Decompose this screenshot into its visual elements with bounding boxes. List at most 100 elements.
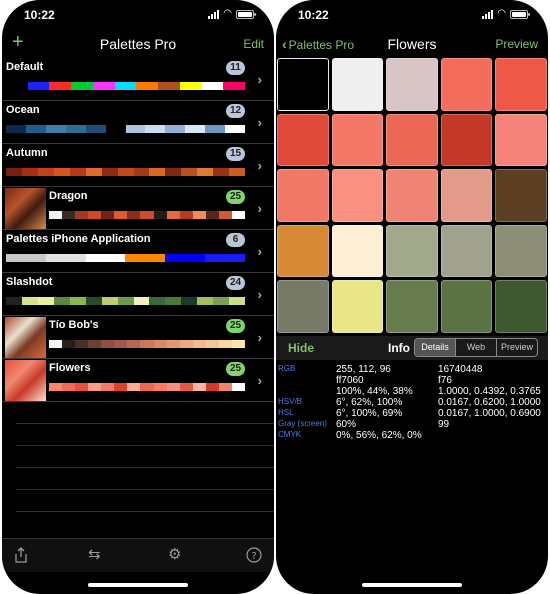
strip-swatch <box>53 168 70 176</box>
color-swatch[interactable] <box>386 58 438 111</box>
color-swatch[interactable] <box>331 58 384 111</box>
color-swatch[interactable] <box>440 58 493 111</box>
palette-row[interactable]: Dragon 25 › <box>2 187 274 230</box>
strip-swatch <box>85 125 106 133</box>
strip-swatch <box>225 125 246 133</box>
info-bar: Hide Info Details Web Preview <box>276 336 548 360</box>
color-swatch[interactable] <box>440 113 493 167</box>
tab-preview[interactable]: Preview <box>497 339 537 356</box>
color-swatch[interactable] <box>386 224 438 278</box>
notch <box>68 0 208 24</box>
palette-row[interactable]: Palettes iPhone Application 6 › <box>2 230 274 273</box>
detail-row: HSV/B 6°, 62%, 100% 0.0167, 0.6200, 1.0000 <box>276 397 548 408</box>
strip-swatch <box>192 211 206 219</box>
color-swatch[interactable] <box>495 280 547 333</box>
strip-swatch <box>62 383 76 391</box>
battery-icon <box>236 9 256 19</box>
detail-key: HSL <box>278 408 294 417</box>
detail-value-alt: f76 <box>438 375 452 386</box>
strip-swatch <box>6 125 26 133</box>
strip-swatch <box>165 168 182 176</box>
palette-row[interactable]: Autumn 15 › <box>2 144 274 187</box>
hide-button[interactable]: Hide <box>288 341 314 355</box>
strip-swatch <box>85 168 102 176</box>
strip-swatch <box>49 340 63 348</box>
color-swatch[interactable] <box>277 113 329 167</box>
strip-swatch <box>140 383 154 391</box>
palette-thumbnail <box>5 317 46 358</box>
strip-swatch <box>125 254 166 262</box>
color-swatch[interactable] <box>440 169 493 222</box>
tab-web[interactable]: Web <box>456 339 497 356</box>
palette-color-strip <box>6 125 246 133</box>
color-swatch[interactable] <box>440 224 493 278</box>
color-swatch[interactable] <box>386 113 438 167</box>
palette-list: Default 11 › Ocean 12 › Autumn 15 › Dragon 25 › Pale… <box>2 58 274 512</box>
strip-swatch <box>75 340 89 348</box>
color-swatch[interactable] <box>277 224 329 278</box>
color-swatch[interactable] <box>331 280 384 333</box>
chevron-right-icon: › <box>257 201 262 216</box>
palette-row[interactable]: Slashdot 24 › <box>2 273 274 316</box>
color-count-badge: 6 <box>226 233 245 247</box>
color-swatch[interactable] <box>331 224 384 278</box>
strip-swatch <box>49 211 63 219</box>
share-icon[interactable] <box>14 547 28 567</box>
color-swatch[interactable] <box>495 113 547 167</box>
strip-swatch <box>21 297 38 305</box>
strip-swatch <box>75 383 89 391</box>
strip-swatch <box>6 82 28 90</box>
palette-row[interactable]: Flowers 25 › <box>2 359 274 402</box>
strip-swatch <box>149 297 166 305</box>
strip-swatch <box>49 82 72 90</box>
strip-swatch <box>166 340 180 348</box>
palette-row[interactable]: Default 11 › <box>2 58 274 101</box>
palette-row[interactable]: Tío Bob's 25 › <box>2 316 274 359</box>
empty-list-row <box>16 490 274 512</box>
detail-key: CMYK <box>278 430 302 439</box>
strip-swatch <box>71 82 93 90</box>
palette-name: Slashdot <box>6 276 53 288</box>
swap-arrows-icon[interactable]: ⇆ <box>88 547 101 563</box>
color-count-badge: 25 <box>226 362 245 376</box>
help-icon[interactable]: ? <box>246 547 262 567</box>
color-swatch[interactable] <box>331 169 384 222</box>
strip-swatch <box>218 340 232 348</box>
strip-swatch <box>45 125 66 133</box>
color-swatch[interactable] <box>440 280 493 333</box>
home-indicator <box>88 583 188 587</box>
detail-value: 6°, 100%, 69% <box>336 408 403 419</box>
strip-swatch <box>37 297 54 305</box>
strip-swatch <box>231 383 245 391</box>
gear-icon[interactable]: ⚙ <box>168 547 181 563</box>
chevron-right-icon: › <box>257 72 262 87</box>
palette-thumbnail <box>5 188 46 229</box>
home-indicator <box>362 583 462 587</box>
color-swatch[interactable] <box>495 58 547 111</box>
color-swatch[interactable] <box>277 169 329 222</box>
empty-list-row <box>16 402 274 424</box>
color-swatch[interactable] <box>331 113 384 167</box>
color-swatch[interactable] <box>495 224 547 278</box>
tab-details[interactable]: Details <box>415 339 456 356</box>
color-swatch[interactable] <box>495 169 547 222</box>
strip-swatch <box>201 82 224 90</box>
color-swatch[interactable] <box>277 58 329 111</box>
color-swatch[interactable] <box>386 169 438 222</box>
palette-row[interactable]: Ocean 12 › <box>2 101 274 144</box>
navigation-bar: + Palettes Pro Edit <box>2 30 274 58</box>
strip-swatch <box>88 211 102 219</box>
color-count-badge: 25 <box>226 190 245 204</box>
chevron-right-icon: › <box>257 158 262 173</box>
color-swatch[interactable] <box>277 280 329 333</box>
strip-swatch <box>166 383 180 391</box>
palette-name: Tío Bob's <box>49 319 99 331</box>
strip-swatch <box>21 168 38 176</box>
color-swatch[interactable] <box>386 280 438 333</box>
preview-button[interactable]: Preview <box>495 37 538 51</box>
strip-swatch <box>197 168 214 176</box>
color-count-badge: 12 <box>226 104 245 118</box>
edit-button[interactable]: Edit <box>243 37 264 51</box>
detail-value-alt: 0.0167, 0.6200, 1.0000 <box>438 397 541 408</box>
strip-swatch <box>127 383 141 391</box>
